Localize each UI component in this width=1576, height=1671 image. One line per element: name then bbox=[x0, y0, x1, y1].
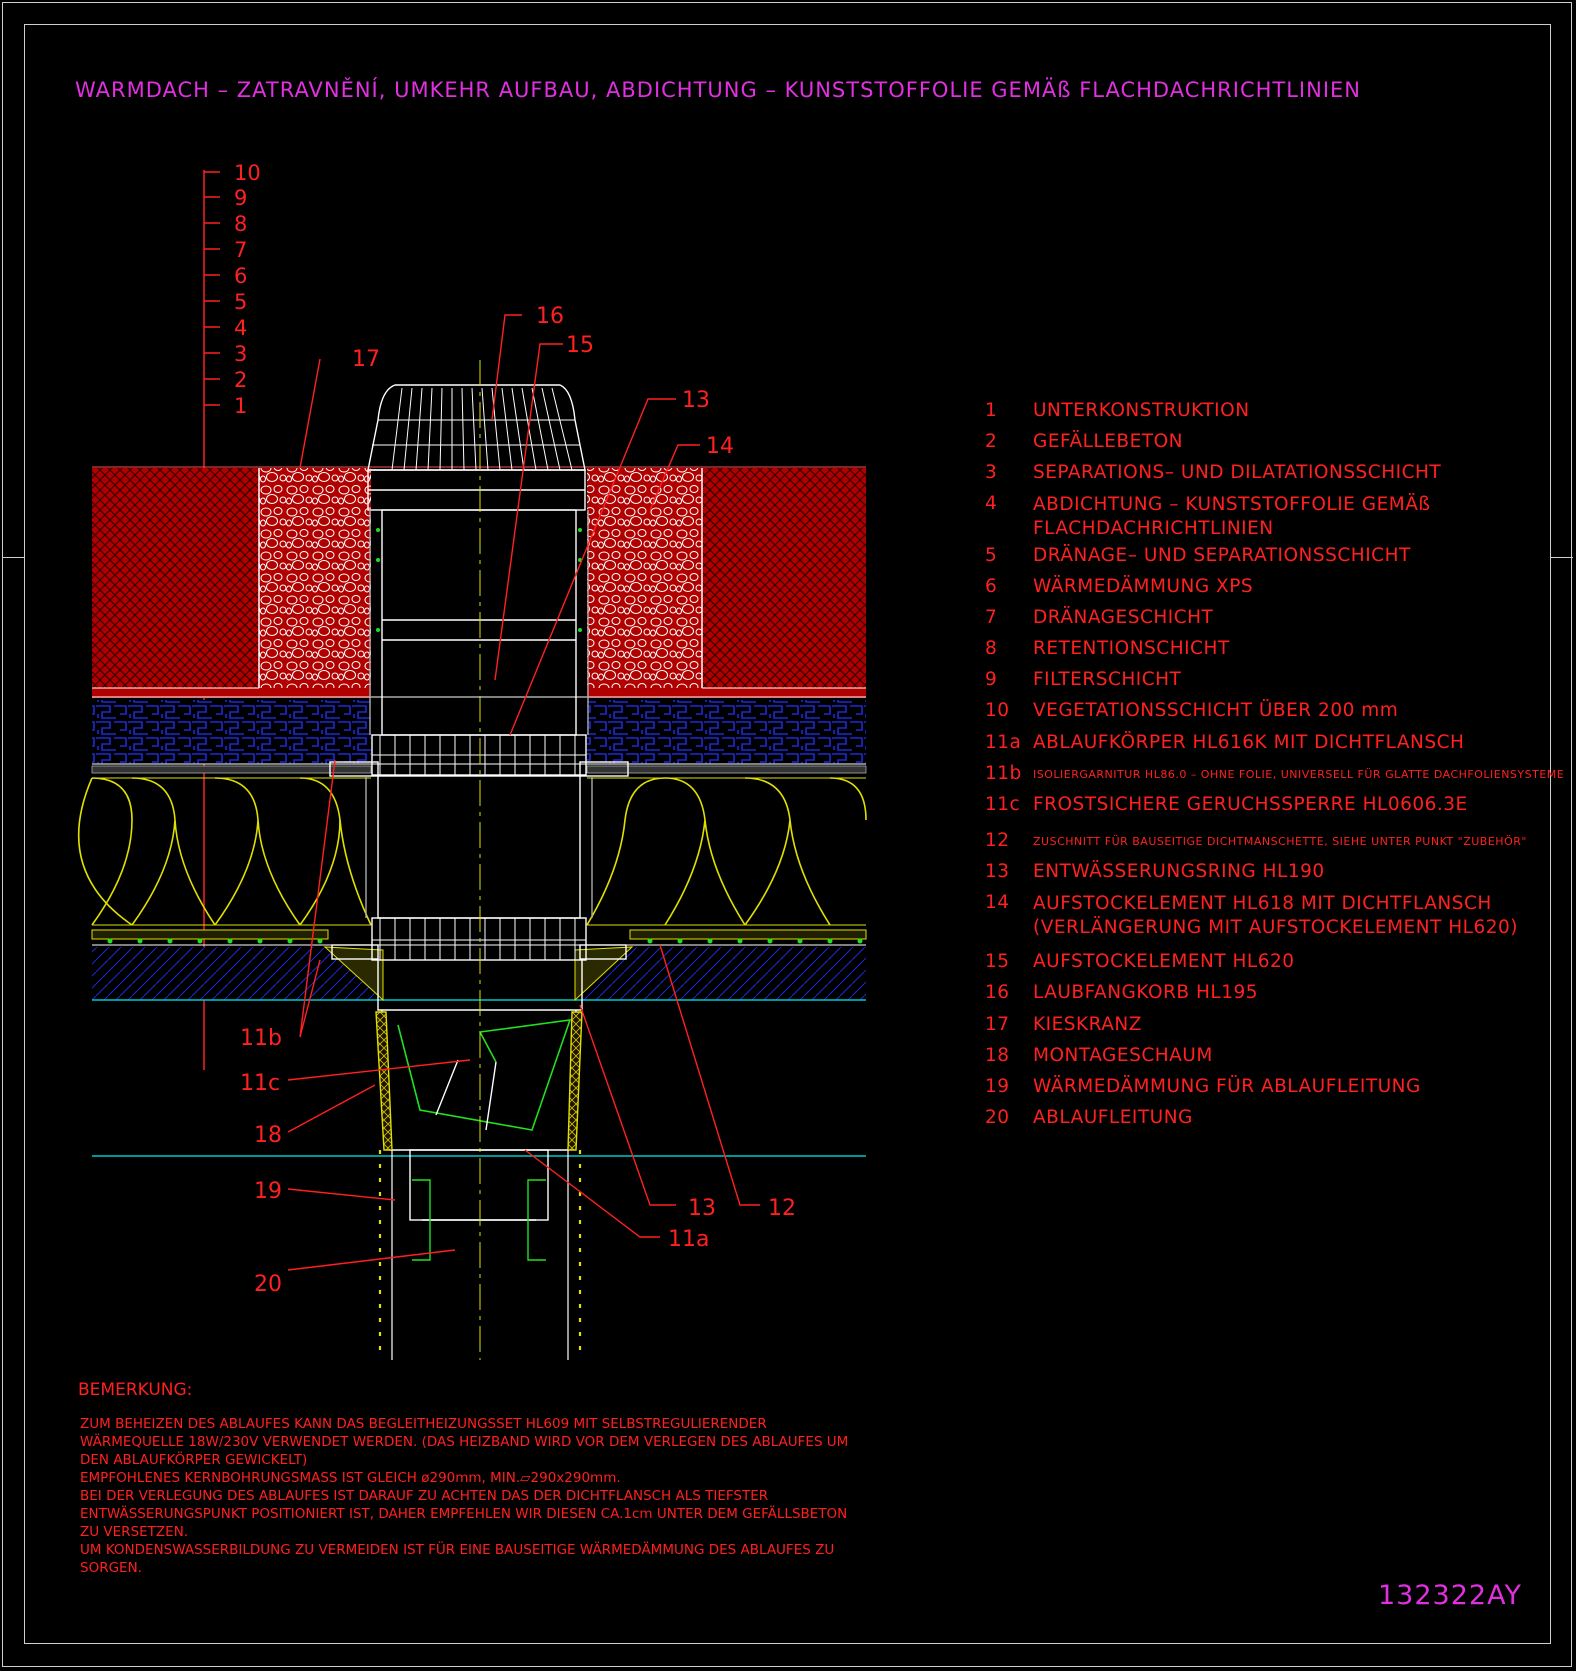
callout-11b: 11b bbox=[240, 1026, 282, 1051]
callout-14: 14 bbox=[706, 434, 734, 459]
mounting-foam-right bbox=[567, 1011, 583, 1151]
scale-label-2: 2 bbox=[234, 368, 247, 392]
scale-label-7: 7 bbox=[234, 238, 247, 262]
vegetation-layer-right bbox=[702, 468, 866, 698]
remark-line: BEI DER VERLEGUNG DES ABLAUFES IST DARAU… bbox=[80, 1488, 769, 1504]
leader-lines bbox=[287, 314, 760, 1271]
callout-11a: 11a bbox=[668, 1227, 709, 1252]
callout-17: 17 bbox=[352, 347, 380, 372]
callout-15: 15 bbox=[566, 333, 594, 358]
remark-line: WÄRMEQUELLE 18W/230V VERWENDET WERDEN. (… bbox=[80, 1434, 849, 1450]
mounting-foam-left bbox=[375, 1011, 393, 1151]
scale-label-10: 10 bbox=[234, 161, 261, 185]
callout-labels: 16 15 17 13 14 11b 11c 18 19 20 13 12 11… bbox=[240, 304, 796, 1297]
gravel-ring-right bbox=[587, 468, 702, 698]
gravel-ring-left bbox=[259, 468, 371, 698]
scale-label-3: 3 bbox=[234, 342, 247, 366]
scale-label-6: 6 bbox=[234, 264, 247, 288]
callout-13-bottom: 13 bbox=[688, 1196, 716, 1221]
remark-line: DEN ABLAUFKÖRPER GEWICKELT) bbox=[80, 1452, 308, 1468]
scale-label-5: 5 bbox=[234, 290, 247, 314]
scale-label-1: 1 bbox=[234, 394, 247, 418]
thermal-insulation bbox=[77, 777, 867, 926]
drawing-number: 132322AY bbox=[1378, 1580, 1522, 1611]
callout-18: 18 bbox=[254, 1123, 282, 1148]
xps-layer-right bbox=[587, 700, 866, 764]
callout-11c: 11c bbox=[240, 1071, 280, 1096]
callout-19: 19 bbox=[254, 1179, 282, 1204]
remark-line: UM KONDENSWASSERBILDUNG ZU VERMEIDEN IST… bbox=[80, 1542, 835, 1558]
callout-13-top: 13 bbox=[682, 388, 710, 413]
xps-layer-left bbox=[92, 700, 371, 764]
leaf-guard-ribs bbox=[372, 387, 580, 471]
remark-line: SORGEN. bbox=[80, 1560, 142, 1576]
callout-12: 12 bbox=[768, 1196, 796, 1221]
remark-line: EMPFOHLENES KERNBOHRUNGSMASS IST GLEICH … bbox=[80, 1470, 621, 1486]
scale-label-4: 4 bbox=[234, 316, 247, 340]
odour-trap bbox=[397, 1019, 572, 1131]
scale-label-8: 8 bbox=[234, 212, 247, 236]
callout-20: 20 bbox=[254, 1272, 282, 1297]
scale-label-9: 9 bbox=[234, 186, 247, 210]
remarks-heading: BEMERKUNG: bbox=[78, 1380, 193, 1400]
remark-line: ZU VERSETZEN. bbox=[80, 1524, 189, 1540]
remarks-text: ZUM BEHEIZEN DES ABLAUFES KANN DAS BEGLE… bbox=[80, 1415, 900, 1577]
callout-16: 16 bbox=[536, 304, 564, 329]
scale-ticks bbox=[204, 171, 220, 406]
roof-layers bbox=[77, 466, 867, 1157]
drain-assembly bbox=[329, 360, 629, 1360]
vegetation-layer-left bbox=[92, 468, 259, 698]
remark-line: ZUM BEHEIZEN DES ABLAUFES KANN DAS BEGLE… bbox=[80, 1416, 767, 1432]
remark-line: ENTWÄSSERUNGSPUNKT POSITIONIERT IST, DAH… bbox=[80, 1506, 848, 1522]
